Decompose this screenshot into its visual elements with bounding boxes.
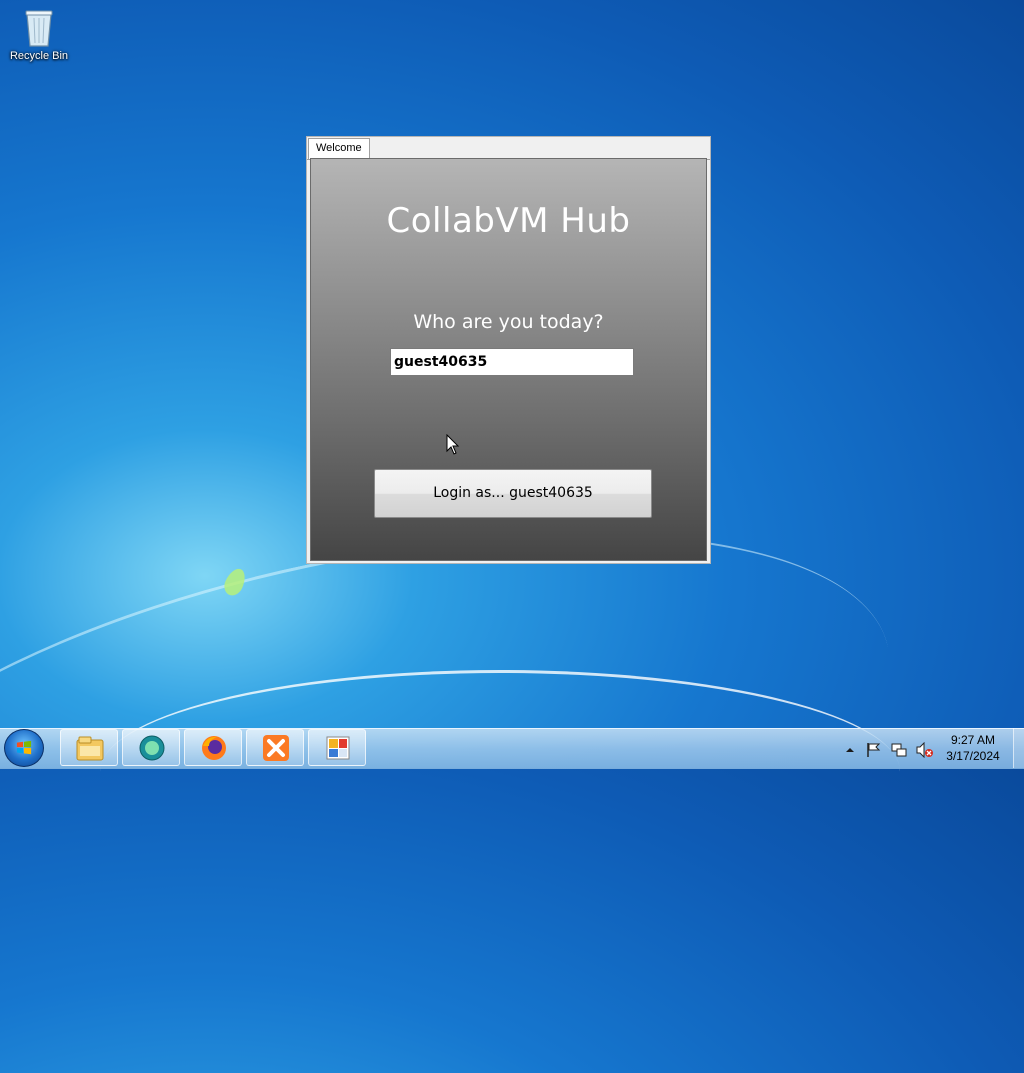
- login-panel: CollabVM Hub Who are you today? Login as…: [310, 158, 707, 561]
- start-button[interactable]: [4, 729, 44, 767]
- network-icon[interactable]: [891, 742, 907, 762]
- firefox-icon: [202, 736, 226, 760]
- mouse-cursor-icon: [446, 433, 460, 460]
- taskbar-collabvm-button[interactable]: [122, 729, 180, 766]
- taskbar-clock[interactable]: 9:27 AM 3/17/2024: [938, 732, 1008, 764]
- action-center-flag-icon[interactable]: [866, 742, 882, 762]
- windows-explorer-icon: [76, 736, 104, 761]
- xampp-icon: [263, 735, 289, 761]
- taskbar-firefox-button[interactable]: [184, 729, 242, 766]
- windows-logo-icon: [16, 740, 32, 755]
- recycle-bin-label: Recycle Bin: [9, 50, 69, 62]
- taskbar-explorer-button[interactable]: [60, 729, 118, 766]
- show-desktop-button[interactable]: [1013, 728, 1024, 768]
- tab-welcome[interactable]: Welcome: [308, 138, 370, 159]
- clock-time: 9:27 AM: [950, 733, 996, 747]
- wallpaper-swoosh: [100, 670, 900, 873]
- recycle-bin[interactable]: Recycle Bin: [6, 6, 72, 62]
- show-hidden-icons-icon[interactable]: [845, 742, 855, 761]
- tab-strip: Welcome: [307, 137, 710, 160]
- control-panel-icon: [326, 736, 350, 760]
- prompt-label: Who are you today?: [413, 311, 604, 333]
- clock-date: 3/17/2024: [946, 749, 1000, 763]
- volume-muted-icon[interactable]: [916, 741, 934, 762]
- page-title: CollabVM Hub: [386, 201, 631, 241]
- username-input[interactable]: [390, 348, 634, 376]
- taskbar-app-button[interactable]: [308, 729, 366, 766]
- welcome-window: Welcome CollabVM Hub Who are you today? …: [306, 136, 711, 564]
- collabvm-app-icon: [139, 735, 165, 761]
- taskbar-xampp-button[interactable]: [246, 729, 304, 766]
- recycle-bin-icon: [24, 8, 54, 47]
- login-button[interactable]: Login as... guest40635: [374, 469, 652, 518]
